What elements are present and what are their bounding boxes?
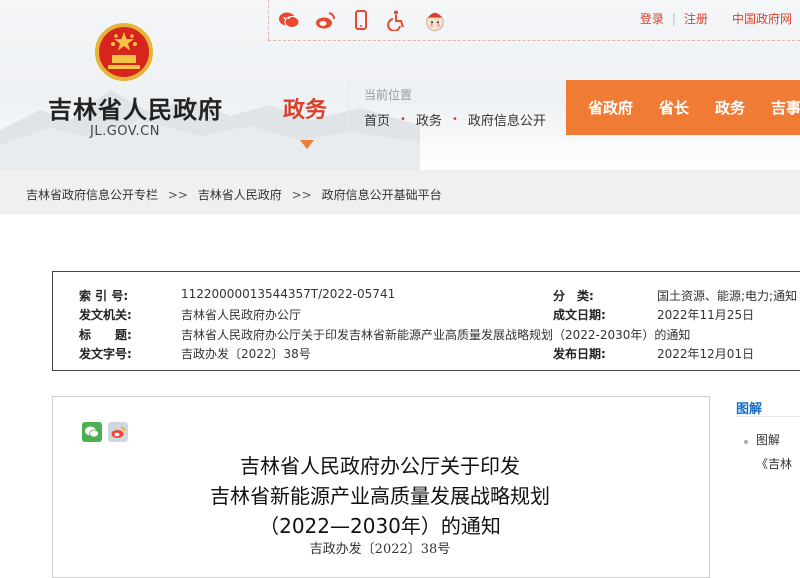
- org-value: 吉林省人民政府办公厅: [181, 308, 302, 322]
- wechat-icon[interactable]: [278, 9, 300, 31]
- header-divider-horizontal: [268, 40, 800, 42]
- breadcrumb-item-platform[interactable]: 政府信息公开基础平台: [322, 188, 442, 202]
- index-value: 11220000013544357T/2022-05741: [181, 287, 396, 301]
- location-label: 当前位置: [364, 88, 413, 102]
- weibo-icon[interactable]: [314, 9, 336, 31]
- accessibility-icon[interactable]: [386, 9, 408, 31]
- breadcrumb-item-gov[interactable]: 吉林省人民政府: [198, 188, 282, 202]
- date-value: 2022年11月25日: [657, 308, 755, 322]
- mascot-doll-icon[interactable]: [422, 7, 448, 33]
- location-divider: [348, 80, 349, 138]
- site-domain: JL.GOV.CN: [90, 124, 160, 139]
- wechat-share-icon[interactable]: [82, 422, 102, 442]
- breadcrumb-item-column[interactable]: 吉林省政府信息公开专栏: [26, 188, 158, 202]
- title-label: 标 题:: [79, 328, 132, 342]
- top-icon-bar: [278, 5, 448, 35]
- share-buttons: [82, 422, 128, 442]
- crumb-affairs[interactable]: 政务: [416, 110, 442, 129]
- document-title-line-2: 吉林省新能源产业高质量发展战略规划: [210, 484, 550, 508]
- index-label: 索 引 号:: [79, 289, 129, 303]
- side-panel-title[interactable]: 图解: [736, 398, 762, 417]
- breadcrumb: 吉林省政府信息公开专栏 >> 吉林省人民政府 >> 政府信息公开基础平台: [26, 186, 442, 203]
- bullet-icon: [744, 440, 748, 444]
- nav-item-governor[interactable]: 省长: [659, 97, 689, 118]
- pub-date-value: 2022年12月01日: [657, 347, 755, 361]
- docno-value: 吉政办发〔2022〕38号: [181, 347, 311, 361]
- side-panel-divider: [736, 416, 800, 417]
- document-metadata-table: 索 引 号: 11220000013544357T/2022-05741 分 类…: [52, 271, 800, 371]
- top-links: 登录 | 注册 中国政府网: [640, 10, 792, 27]
- nav-item-provincial-gov[interactable]: 省政府: [588, 97, 633, 118]
- site-name[interactable]: 吉林省人民政府: [48, 90, 223, 125]
- date-label: 成文日期:: [553, 308, 606, 322]
- category-value: 国土资源、能源;电力;通知: [657, 289, 798, 303]
- crumb-gov-info[interactable]: 政府信息公开: [468, 110, 546, 129]
- breadcrumb-separator: >>: [167, 188, 188, 202]
- divider: |: [671, 11, 676, 26]
- document-number: 吉政办发〔2022〕38号: [309, 542, 451, 557]
- docno-label: 发文字号:: [79, 347, 132, 361]
- triangle-down-icon: [300, 140, 314, 149]
- breadcrumb-separator: >>: [291, 188, 312, 202]
- register-link[interactable]: 注册: [684, 10, 708, 27]
- dot-separator-icon: •: [400, 114, 406, 125]
- weibo-share-icon[interactable]: [108, 422, 128, 442]
- login-link[interactable]: 登录: [640, 10, 664, 27]
- category-label: 分 类:: [553, 289, 594, 303]
- section-title: 政务: [283, 98, 328, 123]
- side-panel-link[interactable]: 图解《吉林省新能源产业高质量发展战略规划》: [756, 428, 800, 476]
- title-value: 吉林省人民政府办公厅关于印发吉林省新能源产业高质量发展战略规划（2022-203…: [181, 328, 691, 342]
- header-divider: [268, 0, 270, 40]
- gov-portal-link[interactable]: 中国政府网: [732, 10, 792, 27]
- nav-item-affairs[interactable]: 政务: [715, 97, 745, 118]
- main-nav: 省政府 省长 政务 吉事: [566, 80, 800, 135]
- nav-item-jishi[interactable]: 吉事: [771, 97, 800, 118]
- dot-separator-icon: •: [451, 114, 458, 125]
- document-title-line-1: 吉林省人民政府办公厅关于印发: [240, 454, 520, 478]
- org-label: 发文机关:: [79, 308, 132, 322]
- pub-date-label: 发布日期:: [553, 347, 606, 361]
- document-title-line-3: （2022—2030年）的通知: [259, 514, 501, 538]
- crumb-home[interactable]: 首页: [364, 110, 390, 129]
- national-emblem-icon[interactable]: [94, 22, 154, 82]
- location-breadcrumb: 首页 • 政务 • 政府信息公开: [364, 110, 546, 129]
- mobile-phone-icon[interactable]: [350, 9, 372, 31]
